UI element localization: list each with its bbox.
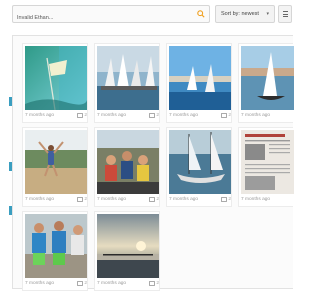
photo-icon — [77, 112, 84, 118]
photo-age: 7 months ago — [241, 112, 271, 118]
photo-icon — [221, 196, 228, 202]
photo-age: 7 months ago — [169, 112, 199, 118]
photo-card[interactable]: 7 months ago 2 — [166, 43, 232, 123]
photo-card[interactable]: 7 months ago 2 — [22, 127, 88, 207]
photo-count: 2 — [149, 112, 159, 118]
photo-age: 7 months ago — [241, 196, 271, 202]
menu-icon-line — [282, 16, 288, 17]
photo-card[interactable]: 7 months ago — [238, 127, 294, 207]
photo-count: 2 — [221, 196, 231, 202]
search-box[interactable] — [12, 5, 210, 26]
photo-age: 7 months ago — [97, 280, 127, 286]
photo-icon — [77, 280, 84, 286]
photo-card[interactable]: 7 months ago 2 — [94, 127, 160, 207]
photo-card[interactable]: 7 months ago — [238, 43, 294, 123]
photo-card[interactable]: 7 months ago 2 — [166, 127, 232, 207]
photo-thumbnail[interactable] — [241, 46, 294, 110]
photo-icon — [149, 196, 156, 202]
photo-thumbnail[interactable] — [25, 46, 87, 110]
toolbar: Sort by: newest ▾ — [12, 5, 292, 26]
search-icon[interactable] — [197, 10, 205, 18]
photo-icon — [149, 280, 156, 286]
photo-age: 7 months ago — [169, 196, 199, 202]
sort-label: Sort by: newest — [221, 11, 259, 17]
photo-count: 2 — [149, 196, 159, 202]
photo-thumbnail[interactable] — [25, 130, 87, 194]
photo-thumbnail[interactable] — [25, 214, 87, 278]
photo-count: 2 — [77, 280, 87, 286]
photo-age: 7 months ago — [25, 112, 55, 118]
photo-count: 2 — [221, 112, 231, 118]
photo-thumbnail[interactable] — [97, 46, 159, 110]
photo-age: 7 months ago — [97, 196, 127, 202]
sort-dropdown[interactable]: Sort by: newest ▾ — [215, 5, 275, 23]
search-input[interactable] — [13, 10, 197, 26]
menu-icon-line — [282, 13, 288, 15]
photo-age: 7 months ago — [97, 112, 127, 118]
menu-button[interactable] — [278, 5, 292, 23]
photo-count: 2 — [149, 280, 159, 286]
photo-icon — [221, 112, 228, 118]
photo-icon — [77, 196, 84, 202]
photo-age: 7 months ago — [25, 196, 55, 202]
photo-card[interactable]: 7 months ago 2 — [94, 211, 160, 291]
photo-thumbnail[interactable] — [169, 46, 231, 110]
photo-icon — [149, 112, 156, 118]
chevron-down-icon: ▾ — [266, 11, 269, 17]
photo-card[interactable]: 7 months ago 2 — [22, 43, 88, 123]
photo-age: 7 months ago — [25, 280, 55, 286]
photo-count: 2 — [77, 112, 87, 118]
photo-card[interactable]: 7 months ago 2 — [22, 211, 88, 291]
photo-thumbnail[interactable] — [97, 214, 159, 278]
menu-icon-line — [282, 11, 288, 12]
photo-card[interactable]: 7 months ago 2 — [94, 43, 160, 123]
photo-thumbnail[interactable] — [97, 130, 159, 194]
photo-thumbnail[interactable] — [169, 130, 231, 194]
photo-count: 2 — [77, 196, 87, 202]
photo-thumbnail[interactable] — [241, 130, 294, 194]
